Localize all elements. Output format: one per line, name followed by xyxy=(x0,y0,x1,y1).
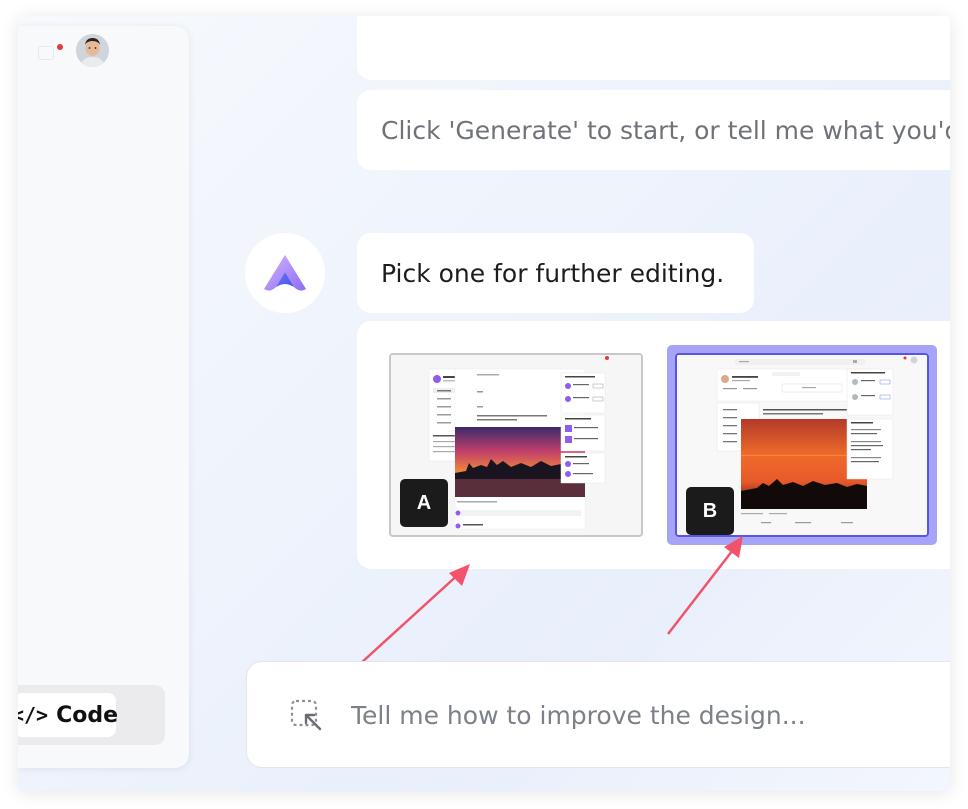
pick-message-bubble: Pick one for further editing. xyxy=(357,233,754,313)
design-option-a[interactable]: A xyxy=(389,353,643,537)
design-option-b[interactable]: B xyxy=(675,353,929,537)
assistant-avatar xyxy=(245,233,325,313)
avatar[interactable] xyxy=(76,34,109,67)
prompt-input-box xyxy=(246,661,950,768)
arrow-to-option-a xyxy=(359,564,470,665)
design-feedback-input[interactable] xyxy=(351,692,950,738)
code-icon: </> xyxy=(18,703,49,727)
user-avatar-icon xyxy=(76,34,109,67)
app-window: </> Code Click 'Generate' to start, or t… xyxy=(18,16,950,791)
assistant-logo-icon xyxy=(264,255,306,291)
bell-icon[interactable] xyxy=(38,46,54,60)
code-button-label: Code xyxy=(56,702,119,728)
option-a-badge: A xyxy=(400,479,448,527)
design-options-bubble: A B xyxy=(357,321,950,569)
view-toggle: </> Code xyxy=(18,685,165,745)
code-button[interactable]: </> Code xyxy=(18,693,119,737)
selected-highlight: B xyxy=(667,345,937,545)
notification-dot xyxy=(57,44,63,50)
option-b-badge: B xyxy=(686,487,734,535)
sidebar: </> Code xyxy=(18,26,189,768)
pick-message-text: Pick one for further editing. xyxy=(381,258,725,288)
previous-message-bubble xyxy=(357,16,950,80)
select-element-icon[interactable] xyxy=(289,698,323,732)
generate-prompt-text: Click 'Generate' to start, or tell me wh… xyxy=(381,115,950,145)
generate-prompt-bubble: Click 'Generate' to start, or tell me wh… xyxy=(357,90,950,170)
